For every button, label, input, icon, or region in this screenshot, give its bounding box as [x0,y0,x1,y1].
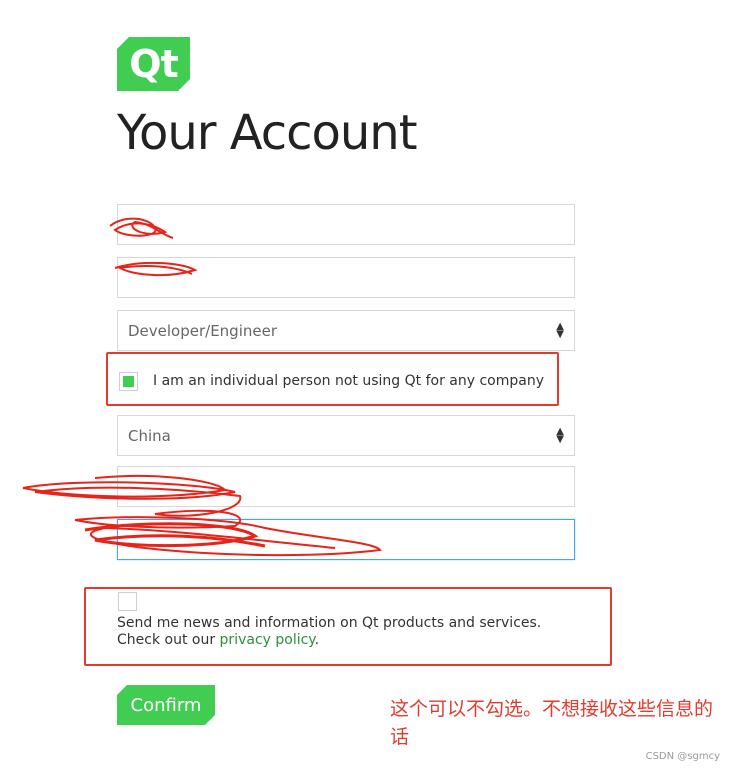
select-arrows-icon: ▲ ▼ [556,320,564,340]
last-name-field[interactable] [117,257,575,298]
qt-logo: Qt [117,37,190,91]
newsletter-text-suffix: . [314,632,320,648]
individual-checkbox[interactable] [119,372,138,391]
page-title: Your Account [117,105,418,161]
email-field[interactable] [117,519,575,560]
newsletter-checkbox[interactable] [118,592,137,611]
newsletter-text-body: Send me news and information on Qt produ… [117,615,542,648]
individual-checkbox-label: I am an individual person not using Qt f… [153,373,544,389]
role-select[interactable]: Developer/Engineer ▲ ▼ [117,310,575,351]
phone-field[interactable] [117,466,575,507]
select-arrows-icon: ▲ ▼ [556,425,564,445]
annotation-note: 这个可以不勾选。不想接收这些信息的话 [390,698,714,748]
confirm-button[interactable]: Confirm [117,685,215,725]
role-select-value: Developer/Engineer [128,321,278,340]
newsletter-text: Send me news and information on Qt produ… [117,615,587,649]
first-name-field[interactable] [117,204,575,245]
checkbox-checked-indicator [123,376,134,387]
country-select[interactable]: China ▲ ▼ [117,415,575,456]
privacy-policy-link[interactable]: privacy policy [220,632,315,648]
country-select-value: China [128,426,171,445]
watermark: CSDN @sgmcy [645,751,720,762]
qt-logo-text: Qt [129,42,178,86]
